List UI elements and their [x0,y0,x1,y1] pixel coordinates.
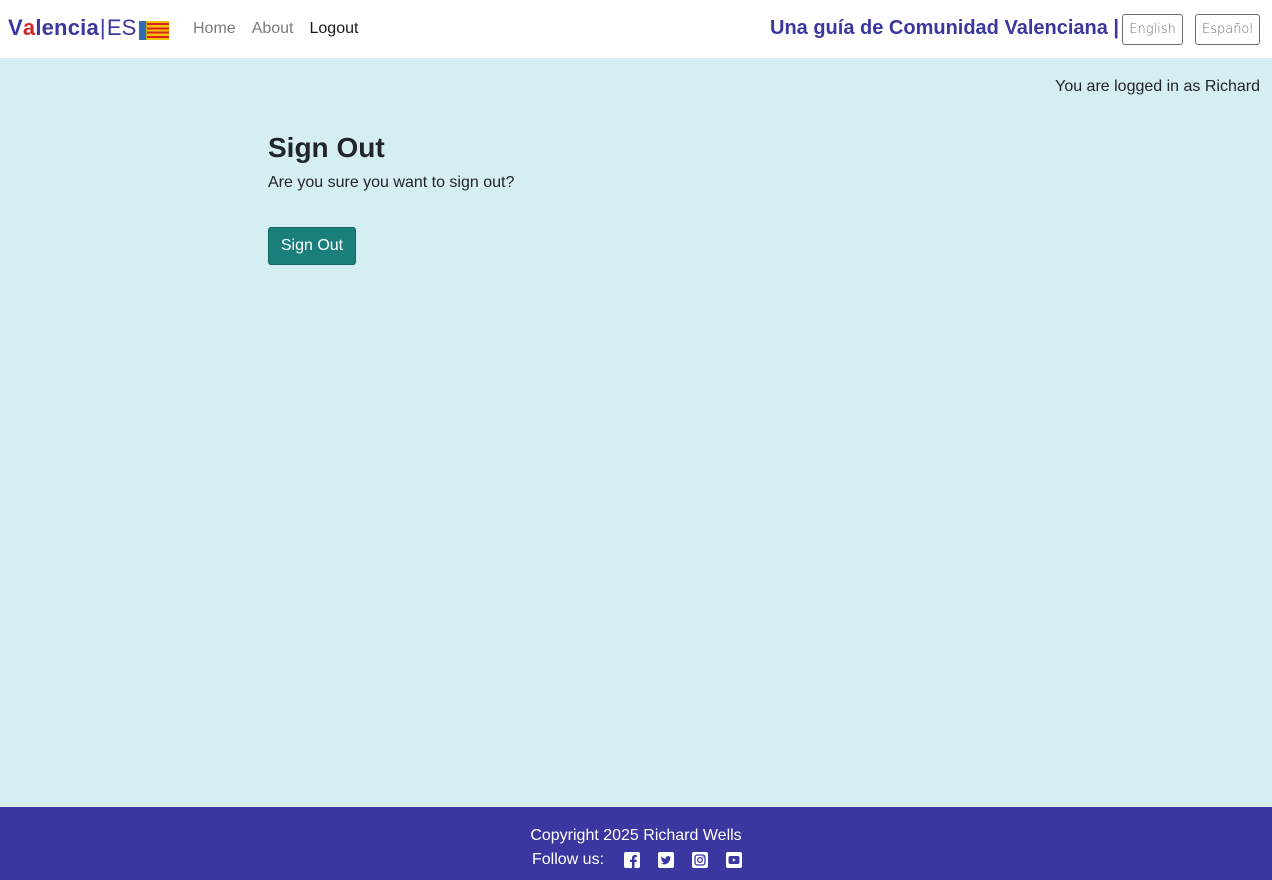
social-links [624,852,743,868]
facebook-icon[interactable] [624,852,641,868]
login-status-text: You are logged in as Richard [1055,78,1260,95]
follow-us-row: Follow us: [532,849,743,871]
nav-link-home[interactable]: Home [193,18,236,40]
signout-prompt: Are you sure you want to sign out? [268,174,515,191]
valencia-flag-icon [139,21,169,40]
spanish-language-button[interactable]: Español [1195,14,1260,45]
brand-letter-a: a [22,15,36,40]
youtube-icon[interactable] [726,852,743,868]
top-navbar: Va lencia | ES Home About Logout Una guía d… [0,0,1272,58]
site-tagline: Una guía de Comunidad Valenciana | [770,17,1120,39]
nav-links: Home About Logout [193,18,358,40]
instagram-icon[interactable] [692,852,709,868]
brand-logo[interactable]: Va lencia | ES [8,14,137,42]
brand-word-lencia: lencia [35,15,99,40]
sign-out-button[interactable]: Sign Out [268,227,356,265]
page-footer: Copyright 2025 Richard Wells Follow us: [0,807,1272,880]
nav-link-about[interactable]: About [252,18,294,40]
english-language-button[interactable]: English [1122,14,1183,45]
follow-us-label: Follow us: [532,851,605,868]
brand-letter-v: V [8,15,23,40]
twitter-icon[interactable] [658,852,675,868]
page-title: Sign Out [268,132,385,163]
brand-suffix: ES [106,15,137,40]
signout-panel: Sign Out Are you sure you want to sign o… [268,130,768,265]
nav-link-logout[interactable]: Logout [310,18,359,40]
brand-separator: | [99,15,106,40]
copyright-text: Copyright 2025 Richard Wells [530,827,742,844]
